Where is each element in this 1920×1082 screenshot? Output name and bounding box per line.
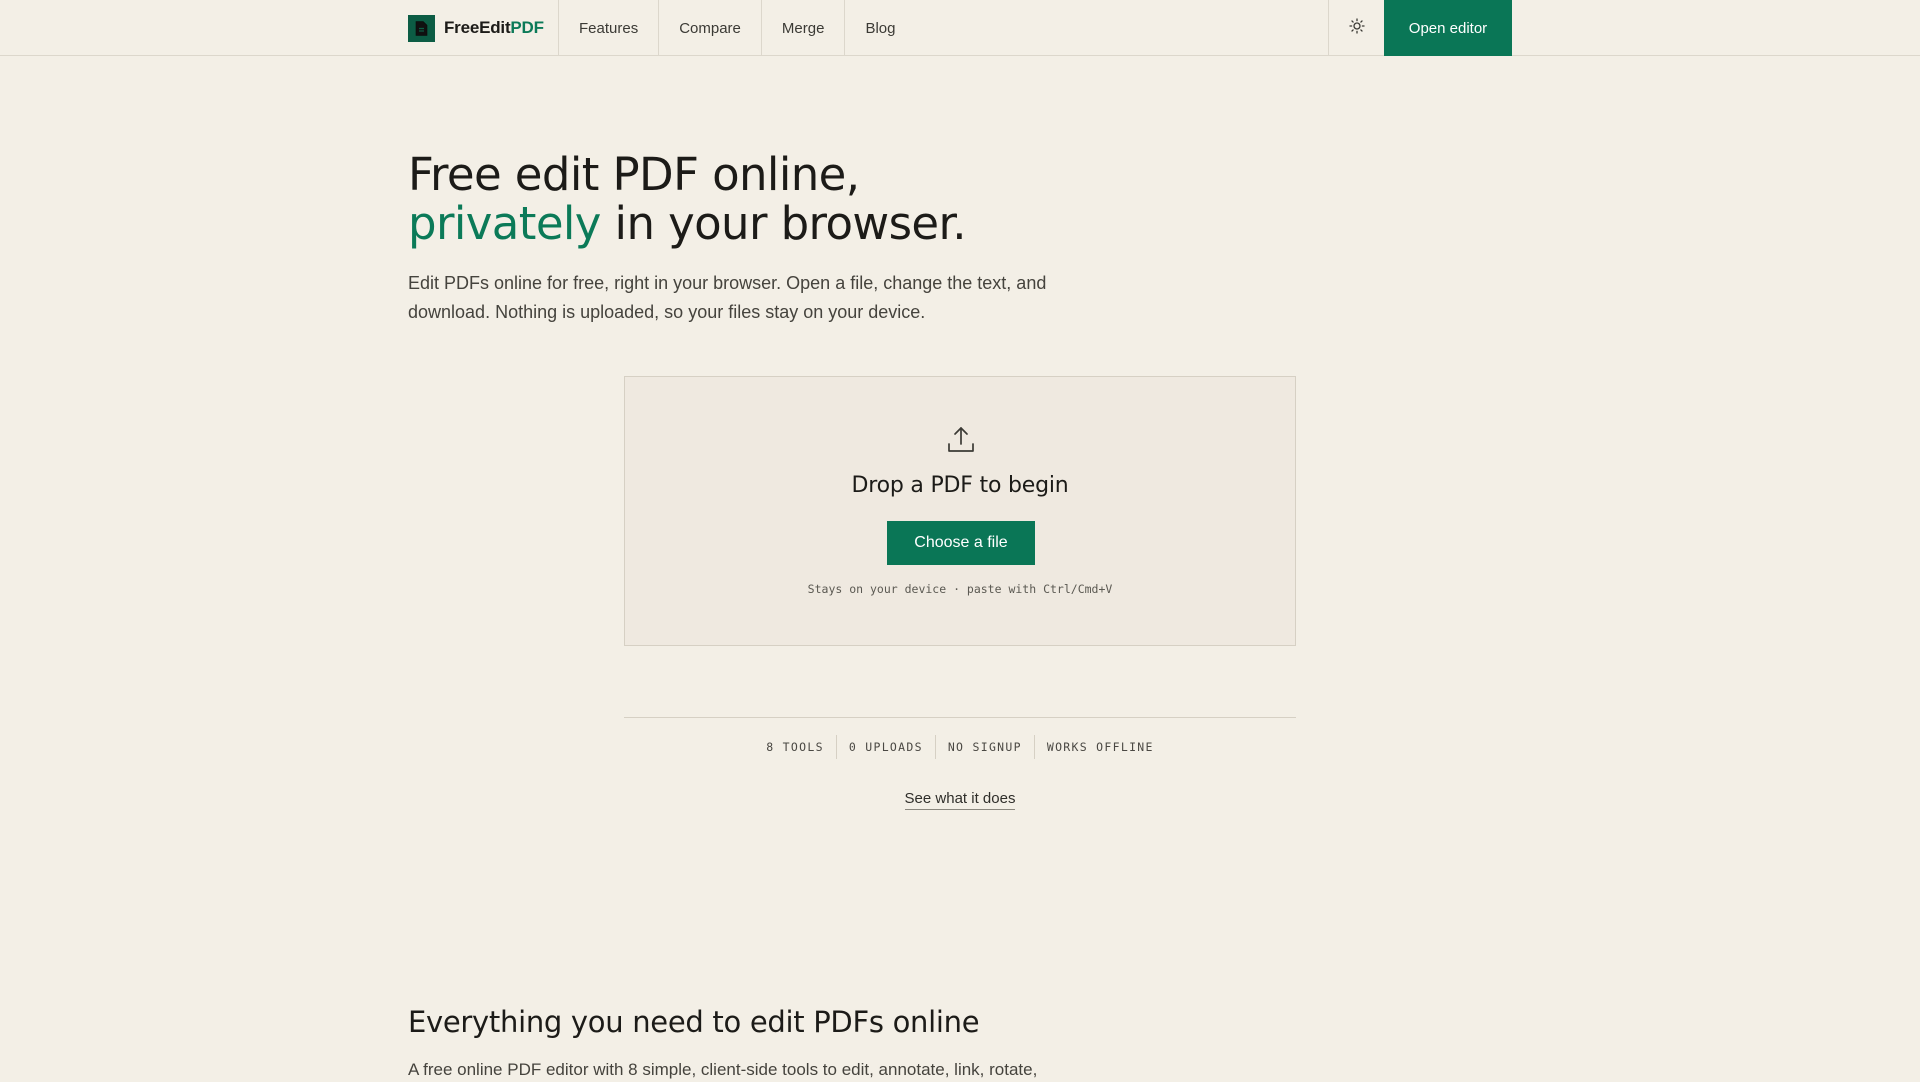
document-icon (408, 14, 435, 42)
pdf-dropzone[interactable]: Drop a PDF to begin Choose a file Stays … (624, 376, 1296, 646)
hero-title-line1: Free edit PDF online, (408, 148, 860, 201)
stats-divider (624, 717, 1296, 718)
stat-signup: NO SIGNUP (934, 735, 1034, 759)
logo-link[interactable]: FreeEditPDF (408, 0, 544, 56)
dropzone-hint: Stays on your device · paste with Ctrl/C… (807, 582, 1113, 596)
logo-text-accent: PDF (510, 18, 544, 37)
nav-link-features[interactable]: Features (559, 0, 660, 56)
dropzone-title: Drop a PDF to begin (851, 473, 1069, 498)
logo-text: FreeEditPDF (444, 18, 544, 38)
theme-toggle-button[interactable] (1328, 0, 1384, 56)
nav-link-blog[interactable]: Blog (845, 0, 915, 56)
logo-text-main: FreeEdit (444, 18, 511, 37)
choose-file-button[interactable]: Choose a file (887, 521, 1035, 565)
nav-links: Features Compare Merge Blog (558, 0, 915, 56)
stats-strip: 8 TOOLS 0 UPLOADS NO SIGNUP WORKS OFFLIN… (624, 735, 1296, 759)
nav-link-compare[interactable]: Compare (659, 0, 762, 56)
top-nav: FreeEditPDF Features Compare Merge Blog … (0, 0, 1920, 56)
hero-subtitle: Edit PDFs online for free, right in your… (408, 273, 1047, 322)
nav-link-merge[interactable]: Merge (762, 0, 846, 56)
features-section-text: A free online PDF editor with 8 simple, … (408, 1060, 1038, 1079)
features-section-title: Everything you need to edit PDFs online (408, 1005, 980, 1039)
hero-title: Free edit PDF online, privately in your … (408, 148, 967, 250)
upload-icon (946, 425, 976, 455)
stat-offline: WORKS OFFLINE (1033, 735, 1166, 759)
hero-title-rest: in your browser. (600, 197, 967, 250)
open-editor-button[interactable]: Open editor (1384, 0, 1512, 56)
hero-title-accent: privately (408, 197, 601, 250)
stat-tools: 8 TOOLS (766, 740, 824, 754)
sun-icon (1348, 17, 1365, 39)
see-what-it-does-link[interactable]: See what it does (904, 790, 1016, 810)
see-what-it-does-wrapper: See what it does (0, 790, 1920, 810)
stat-uploads: 0 UPLOADS (835, 735, 935, 759)
